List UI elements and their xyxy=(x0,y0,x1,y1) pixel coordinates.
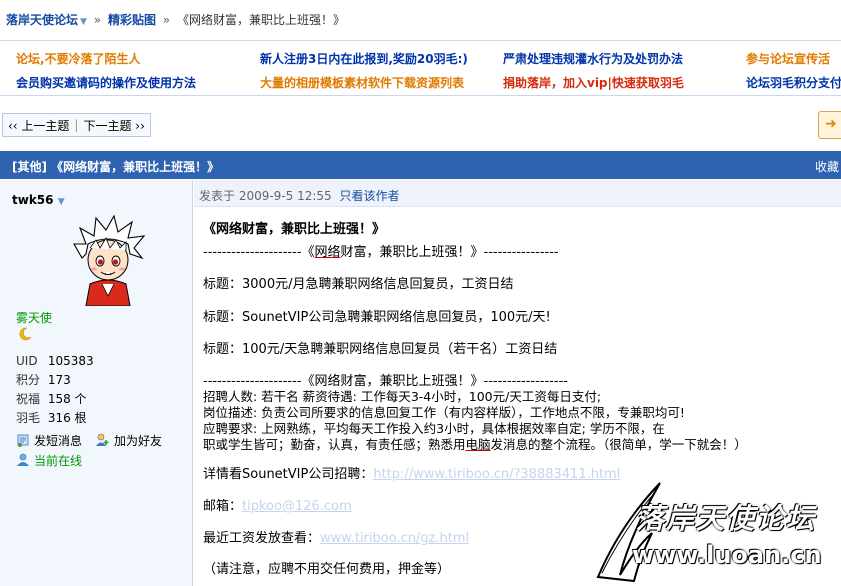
author-name-text[interactable]: twk56 xyxy=(12,193,54,207)
send-message-button[interactable]: 发短消息 xyxy=(16,432,82,449)
watermark-title: 落岸天使论坛 xyxy=(636,502,817,535)
author-stats: UID 105383 积分 173 祝福 158 个 羽毛 316 根 xyxy=(16,352,94,428)
post-contact: 详情看SounetVIP公司招聘：http://www.tiriboo.cn/?… xyxy=(203,463,620,482)
post-date: 发表于 2009-9-5 12:55 xyxy=(199,189,332,203)
online-status: 当前在线 xyxy=(16,452,82,469)
send-message-label[interactable]: 发短消息 xyxy=(34,434,82,448)
post-divider-text: ---------------------《 xyxy=(203,245,315,260)
add-friend-icon xyxy=(96,433,109,446)
notice-link[interactable]: 会员购买邀请码的操作及使用方法 xyxy=(16,74,196,91)
post-contact: 邮箱：tipkoo@126.com xyxy=(203,495,352,514)
stat-row: 积分 173 xyxy=(16,371,94,390)
breadcrumb-forum[interactable]: 落岸天使论坛 xyxy=(6,13,78,27)
breadcrumb: 落岸天使论坛 ▼ » 精彩贴图 » 《网络财富，兼职比上班强！》 xyxy=(0,0,841,38)
post-detail: 职或学生皆可；勤奋，认真，有责任感；熟悉用电脑发消息的整个流程。（很简单，学一下… xyxy=(203,434,747,453)
notice-link[interactable]: 论坛羽毛积分支付 xyxy=(746,74,841,91)
post-divider-text: 财富，兼职比上班强！》---------------- xyxy=(340,245,559,260)
contact-label: 邮箱： xyxy=(203,499,243,514)
stat-label: 积分 xyxy=(16,373,41,387)
post-divider: ---------------------《网络财富，兼职比上班强！》-----… xyxy=(203,241,559,260)
notice-link[interactable]: 大量的相册模板素材软件下载资源列表 xyxy=(260,74,464,91)
chevron-down-icon[interactable]: ▼ xyxy=(58,197,65,207)
post-detail-text: 电脑 xyxy=(465,437,491,452)
author-name[interactable]: twk56 ▼ xyxy=(12,193,65,207)
stat-row: 祝福 158 个 xyxy=(16,390,94,409)
prev-thread-link[interactable]: ‹‹ 上一主题 xyxy=(3,117,74,134)
stat-value: 158 个 xyxy=(47,392,87,406)
contact-link[interactable]: http://www.tiriboo.cn/?38883411.html xyxy=(373,467,620,482)
stat-value: 105383 xyxy=(47,354,94,368)
reply-icon: ➜ xyxy=(825,116,837,132)
post-headline: 标题：3000元/月急聘兼职网络信息回复员，工资日结 xyxy=(203,277,514,292)
moon-icon xyxy=(19,327,32,341)
post-headline: 标题：SounetVIP公司急聘兼职网络信息回复员，100元/天! xyxy=(203,310,551,325)
notice-link[interactable]: 论坛,不要冷落了陌生人 xyxy=(16,50,141,67)
breadcrumb-section[interactable]: 精彩贴图 xyxy=(108,13,156,27)
stat-label: 祝福 xyxy=(16,392,41,406)
contact-label: 最近工资发放查看： xyxy=(203,531,321,546)
notice-link[interactable]: 参与论坛宣传活 xyxy=(746,50,830,67)
post-headline: 标题：100元/天急聘兼职网络信息回复员（若干名）工资日结 xyxy=(203,342,558,357)
stat-label: UID xyxy=(16,354,38,368)
watermark-url: www.luoan.cn xyxy=(632,541,822,569)
author-rank: 雾天使 xyxy=(16,311,53,325)
avatar[interactable] xyxy=(68,214,148,306)
breadcrumb-thread: 《网络财富，兼职比上班强！》 xyxy=(176,13,345,27)
notice-board: 论坛,不要冷落了陌生人 新人注册3日内在此报到,奖励20羽毛:) 严肃处理违规灌… xyxy=(0,40,841,96)
thread-title: [其他] 《网络财富，兼职比上班强！》 xyxy=(12,160,220,174)
next-thread-link[interactable]: 下一主题 ›› xyxy=(78,117,149,134)
stat-value: 316 根 xyxy=(47,411,87,425)
breadcrumb-separator: » xyxy=(162,13,171,27)
thread-pager: ‹‹ 上一主题 | 下一主题 ›› xyxy=(2,113,151,137)
chevron-down-icon[interactable]: ▼ xyxy=(80,17,87,27)
post-detail-text: 职或学生皆可；勤奋，认真，有责任感；熟悉用 xyxy=(203,437,466,452)
contact-link[interactable]: tipkoo@126.com xyxy=(242,499,352,514)
author-sidebar: twk56 ▼ 雾天使 UID 105383 积分 173 祝福 158 个 羽… xyxy=(0,180,193,586)
add-friend-button[interactable]: 加为好友 xyxy=(96,432,162,449)
user-online-icon xyxy=(17,453,29,466)
contact-label: 详情看SounetVIP公司招聘： xyxy=(203,467,374,482)
notice-link[interactable]: 新人注册3日内在此报到,奖励20羽毛:) xyxy=(260,50,468,67)
post-detail-text: 发消息的整个流程。（很简单，学一下就会！） xyxy=(490,437,747,452)
stat-value: 173 xyxy=(47,373,71,387)
reply-button[interactable]: ➜ xyxy=(818,111,841,139)
post-contact: 最近工资发放查看：www.tiriboo.cn/gz.html xyxy=(203,527,469,546)
online-status-label: 当前在线 xyxy=(34,454,83,468)
stat-row: 羽毛 316 根 xyxy=(16,409,94,428)
notice-link[interactable]: 严肃处理违规灌水行为及处罚办法 xyxy=(503,50,683,67)
thread-title-bar: [其他] 《网络财富，兼职比上班强！》 收藏 xyxy=(0,151,841,179)
stat-row: UID 105383 xyxy=(16,352,94,371)
contact-link[interactable]: www.tiriboo.cn/gz.html xyxy=(320,531,469,546)
notice-link[interactable]: 捐助落岸，加入vip|快速获取羽毛 xyxy=(503,74,684,91)
add-friend-label[interactable]: 加为好友 xyxy=(114,434,162,448)
post-note: （请注意，应聘不用交任何费用，押金等） xyxy=(203,562,451,577)
favorite-link[interactable]: 收藏 xyxy=(815,158,839,175)
message-icon xyxy=(17,434,29,447)
post-title: 《网络财富，兼职比上班强！》 xyxy=(203,222,386,237)
post-divider-text: 网络 xyxy=(314,245,341,260)
only-author-link[interactable]: 只看该作者 xyxy=(340,189,400,203)
post-meta: 发表于 2009-9-5 12:55 只看该作者 xyxy=(194,180,841,207)
stat-label: 羽毛 xyxy=(16,411,41,425)
breadcrumb-separator: » xyxy=(93,13,102,27)
